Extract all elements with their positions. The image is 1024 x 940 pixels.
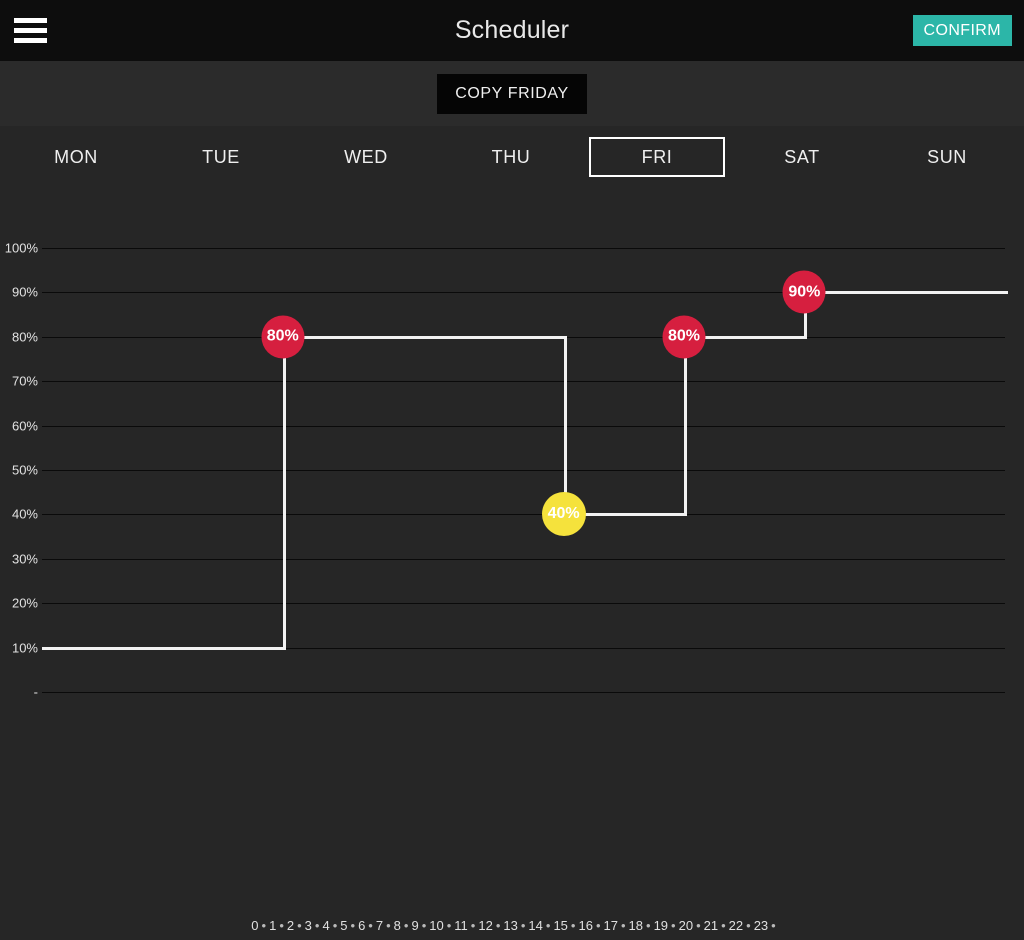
x-axis-separator-dot: • [771,918,776,933]
x-axis-tick-label: 3 [304,918,312,933]
x-axis-tick-label: 4 [322,918,330,933]
copy-friday-button[interactable]: COPY FRIDAY [437,74,587,114]
y-axis-tick-label: 20% [11,595,38,611]
gridline [42,425,1005,427]
x-axis-tick-label: 18 [628,918,643,933]
day-tab-sat[interactable]: SAT [734,137,870,177]
day-tab-bar: MON TUE WED THU FRI SAT SUN [0,126,1024,188]
x-axis-separator-dot: • [620,918,626,933]
schedule-line-horizontal [282,335,567,339]
x-axis-tick-label: 22 [728,918,744,933]
x-axis-separator-dot: • [671,918,676,933]
gridline [42,470,1005,471]
y-axis-tick-label: 80% [11,329,38,345]
y-axis-tick-label: 40% [11,506,38,522]
schedule-point-marker[interactable]: 80% [261,315,305,359]
day-tab-sun[interactable]: SUN [879,137,1015,177]
x-axis-tick-label: 7 [375,918,384,933]
day-tab-fri[interactable]: FRI [589,137,725,177]
gridline [42,381,1005,383]
x-axis-tick-label: 10 [429,918,444,933]
title-bar: Scheduler CONFIRM [0,0,1024,61]
x-axis-tick-label: 23 [753,918,769,933]
y-axis-tick-label: - [33,684,38,700]
x-axis-separator-dot: • [386,918,391,933]
schedule-point-marker[interactable]: 40% [541,492,586,537]
x-axis-separator-dot: • [646,918,651,933]
x-axis-tick-label: 8 [393,918,401,933]
y-axis-tick-label: 10% [11,640,38,656]
x-axis-tick-label: 12 [478,918,493,933]
x-axis-tick-label: 16 [578,918,593,933]
y-axis-tick-label: 50% [11,462,38,478]
x-axis-tick-label: 0 [251,918,259,933]
x-axis-labels: 0 • 1 • 2 • 3 • 4 • 5 • 6 • 7 • 8 • 9 • 10 • 11 • 12 • 13 • 14 • 15 • 16… [0,918,1024,940]
y-axis-tick-label: 70% [11,373,38,389]
y-axis-tick-label: 100% [4,240,38,256]
gridline [42,692,1005,693]
schedule-line-horizontal [42,646,286,650]
gridline [42,558,1005,560]
day-tab-thu[interactable]: THU [443,137,579,177]
y-axis-tick-label: 90% [11,284,38,300]
x-axis-tick-label: 13 [503,918,518,933]
x-axis-tick-label: 15 [553,918,568,933]
x-axis-tick-label: 21 [703,918,719,933]
x-axis-tick-label: 5 [340,918,348,933]
day-tab-wed[interactable]: WED [298,137,434,177]
x-axis-tick-label: 20 [678,918,694,933]
x-axis-separator-dot: • [696,918,701,933]
confirm-button[interactable]: CONFIRM [912,15,1012,46]
x-axis-tick-label: 17 [603,918,618,933]
x-axis-tick-label: 11 [454,918,468,933]
x-axis-separator-dot: • [721,918,726,933]
x-axis-tick-label: 1 [269,918,277,933]
gridline [42,603,1005,605]
x-axis-tick-label: 19 [653,918,669,933]
x-axis-tick-label: 9 [411,918,419,933]
y-axis-tick-label: 60% [11,418,38,434]
schedule-line-vertical [563,335,567,516]
day-tab-mon[interactable]: MON [8,137,144,177]
y-axis-tick-label: 30% [11,551,38,567]
x-axis-tick-label: 6 [358,918,366,933]
schedule-point-marker[interactable]: 90% [782,270,826,314]
day-tab-tue[interactable]: TUE [153,137,289,177]
x-axis-tick-label: 14 [528,918,543,933]
x-axis-tick-label: 2 [286,918,295,933]
x-axis-separator-dot: • [746,918,751,933]
gridline [42,248,1005,249]
schedule-point-marker[interactable]: 80% [662,315,706,359]
toolbar: COPY FRIDAY + - [0,61,1024,175]
x-axis-separator-dot: • [297,918,302,933]
gridline [42,514,1005,516]
schedule-line-vertical [684,335,687,516]
schedule-line-vertical [282,335,286,649]
x-axis-separator-dot: • [595,918,601,933]
page-title: Scheduler [454,16,570,44]
schedule-chart[interactable]: 100% 90% 80% 70% 60% 50% 40% 30% 20% 10% - 80% 40% 8… [0,188,1024,933]
schedule-line-horizontal [804,291,1008,295]
